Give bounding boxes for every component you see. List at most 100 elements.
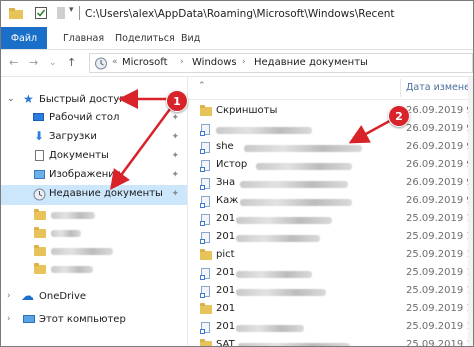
tab-view[interactable]: Вид bbox=[181, 33, 200, 44]
recent-places-icon bbox=[95, 57, 107, 70]
blurred-label bbox=[51, 230, 81, 237]
blurred-file-name bbox=[216, 127, 312, 134]
file-row[interactable]: 201 25.09.2019 15: bbox=[188, 229, 473, 245]
breadcrumb-windows[interactable]: Windows bbox=[192, 57, 237, 68]
nav-folder[interactable] bbox=[1, 205, 187, 225]
nav-documents[interactable]: Документы ✦ bbox=[1, 147, 187, 167]
nav-folder[interactable] bbox=[1, 241, 187, 261]
breadcrumb-microsoft[interactable]: Microsoft bbox=[122, 57, 168, 68]
file-row[interactable]: Скриншоты 26.09.2019 9:1 bbox=[188, 103, 473, 119]
file-date: 25.09.2019 15: bbox=[406, 339, 473, 347]
nav-folder[interactable] bbox=[1, 223, 187, 243]
recent-locations-chevron-icon[interactable]: ⌄ bbox=[49, 58, 57, 68]
file-name: Скриншоты bbox=[216, 105, 278, 116]
nav-documents-label: Документы bbox=[49, 150, 109, 161]
chevron-down-icon[interactable]: ⌄ bbox=[7, 94, 15, 104]
blurred-file-name bbox=[244, 145, 362, 152]
desktop-icon bbox=[33, 113, 44, 121]
breadcrumb-separator: « bbox=[112, 57, 118, 67]
file-row[interactable]: Каж 26.09.2019 9:1 bbox=[188, 193, 473, 209]
file-name: 201 bbox=[216, 285, 236, 296]
file-row[interactable]: 201 25.09.2019 15: bbox=[188, 283, 473, 299]
pin-icon[interactable]: ✦ bbox=[171, 189, 179, 199]
folder-icon bbox=[34, 209, 46, 220]
back-arrow-icon[interactable]: ← bbox=[9, 56, 18, 69]
file-name: SAT bbox=[216, 339, 235, 347]
checkbox-properties-icon[interactable] bbox=[35, 7, 47, 19]
forward-arrow-icon[interactable]: → bbox=[29, 56, 38, 69]
download-arrow-icon: ⬇ bbox=[34, 129, 45, 143]
pin-icon[interactable]: ✦ bbox=[171, 132, 179, 142]
annotation-badge-1: 1 bbox=[166, 90, 188, 112]
file-name: 201 bbox=[216, 213, 236, 224]
folder-icon bbox=[200, 105, 212, 116]
nav-downloads-label: Загрузки bbox=[49, 131, 97, 142]
blurred-file-name bbox=[236, 271, 312, 278]
blurred-label bbox=[51, 212, 95, 219]
nav-this-pc-label: Этот компьютер bbox=[39, 314, 126, 325]
address-bar-row: ← → ⌄ ↑ « Microsoft › Windows › Недавние… bbox=[1, 50, 473, 77]
nav-desktop[interactable]: Рабочий стол ✦ bbox=[1, 109, 187, 129]
file-row[interactable]: 201 25.09.2019 15: bbox=[188, 211, 473, 227]
chevron-right-icon[interactable]: › bbox=[7, 291, 11, 301]
file-row[interactable]: SAT 25.09.2019 15: bbox=[188, 337, 473, 347]
nav-pictures[interactable]: Изображения ✦ bbox=[1, 166, 187, 186]
nav-onedrive[interactable]: › ☁ OneDrive bbox=[1, 288, 187, 308]
pin-icon[interactable]: ✦ bbox=[171, 170, 179, 180]
nav-onedrive-label: OneDrive bbox=[39, 291, 87, 302]
tab-home[interactable]: Главная bbox=[63, 33, 104, 44]
nav-this-pc[interactable]: › Этот компьютер bbox=[1, 311, 187, 331]
file-date: 25.09.2019 15: bbox=[406, 231, 473, 242]
nav-recent-documents[interactable]: Недавние документы ✦ bbox=[1, 185, 187, 205]
file-row[interactable]: pict 25.09.2019 15: bbox=[188, 247, 473, 263]
chevron-right-icon[interactable]: › bbox=[7, 314, 11, 324]
address-field[interactable]: « Microsoft › Windows › Недавние докумен… bbox=[89, 53, 473, 73]
new-folder-icon[interactable] bbox=[57, 7, 65, 19]
sort-chevron-icon[interactable]: ⌃ bbox=[198, 81, 206, 91]
blurred-file-name bbox=[236, 289, 326, 296]
file-list: ⌃ Дата изменения Скриншоты 26.09.2019 9:1… bbox=[188, 77, 473, 347]
pin-icon[interactable]: ✦ bbox=[171, 113, 179, 123]
vertical-scrollbar[interactable] bbox=[468, 77, 473, 346]
nav-quick-access[interactable]: ⌄ ★ Быстрый доступ bbox=[1, 91, 187, 111]
file-row[interactable]: 201 25.09.2019 15: bbox=[188, 319, 473, 335]
shortcut-file-icon bbox=[200, 214, 210, 226]
blurred-file-name bbox=[236, 235, 320, 242]
breadcrumb-separator[interactable]: › bbox=[180, 57, 184, 67]
file-date: 26.09.2019 9:1 bbox=[406, 105, 473, 116]
file-name: Каж bbox=[216, 195, 239, 206]
file-name: Зна bbox=[216, 177, 236, 188]
nav-recent-documents-label: Недавние документы bbox=[49, 188, 163, 199]
blurred-label bbox=[51, 266, 93, 273]
file-row[interactable]: Истор 26.09.2019 9:1 bbox=[188, 157, 473, 173]
file-row[interactable]: Зна 26.09.2019 9:1 bbox=[188, 175, 473, 191]
file-row[interactable]: she 26.09.2019 9:1 bbox=[188, 139, 473, 155]
navigation-pane: ⌄ ★ Быстрый доступ Рабочий стол ✦ ⬇ Загр… bbox=[1, 77, 188, 346]
nav-desktop-label: Рабочий стол bbox=[49, 112, 120, 123]
breadcrumb-recent[interactable]: Недавние документы bbox=[254, 57, 368, 68]
file-row[interactable]: 201 25.09.2019 15: bbox=[188, 301, 473, 317]
window-title: C:\Users\alex\AppData\Roaming\Microsoft\… bbox=[85, 8, 395, 20]
column-header-date[interactable]: Дата изменения bbox=[406, 82, 473, 93]
breadcrumb-separator[interactable]: › bbox=[242, 57, 246, 67]
tab-file[interactable]: Файл bbox=[1, 27, 47, 49]
up-arrow-icon[interactable]: ↑ bbox=[67, 56, 76, 69]
quick-access-toolbar-dropdown-icon[interactable]: ▾ bbox=[69, 5, 74, 15]
annotation-badge-2: 2 bbox=[388, 105, 410, 127]
blurred-file-name bbox=[240, 199, 352, 206]
title-separator bbox=[79, 6, 80, 20]
file-date: 25.09.2019 15: bbox=[406, 321, 473, 332]
nav-folder[interactable] bbox=[1, 259, 187, 279]
pin-icon[interactable]: ✦ bbox=[171, 151, 179, 161]
folder-icon bbox=[34, 263, 46, 274]
file-date: 25.09.2019 15: bbox=[406, 249, 473, 260]
file-row[interactable]: 201 25.09.2019 15: bbox=[188, 265, 473, 281]
nav-downloads[interactable]: ⬇ Загрузки ✦ bbox=[1, 128, 187, 148]
file-date: 25.09.2019 15: bbox=[406, 303, 473, 314]
computer-icon bbox=[23, 315, 35, 323]
blurred-file-name bbox=[238, 343, 350, 346]
file-row[interactable]: 26.09.2019 9:1 bbox=[188, 121, 473, 137]
tab-share[interactable]: Поделиться bbox=[115, 33, 175, 44]
column-separator[interactable] bbox=[400, 79, 401, 97]
explorer-window: ▾ C:\Users\alex\AppData\Roaming\Microsof… bbox=[0, 0, 474, 347]
